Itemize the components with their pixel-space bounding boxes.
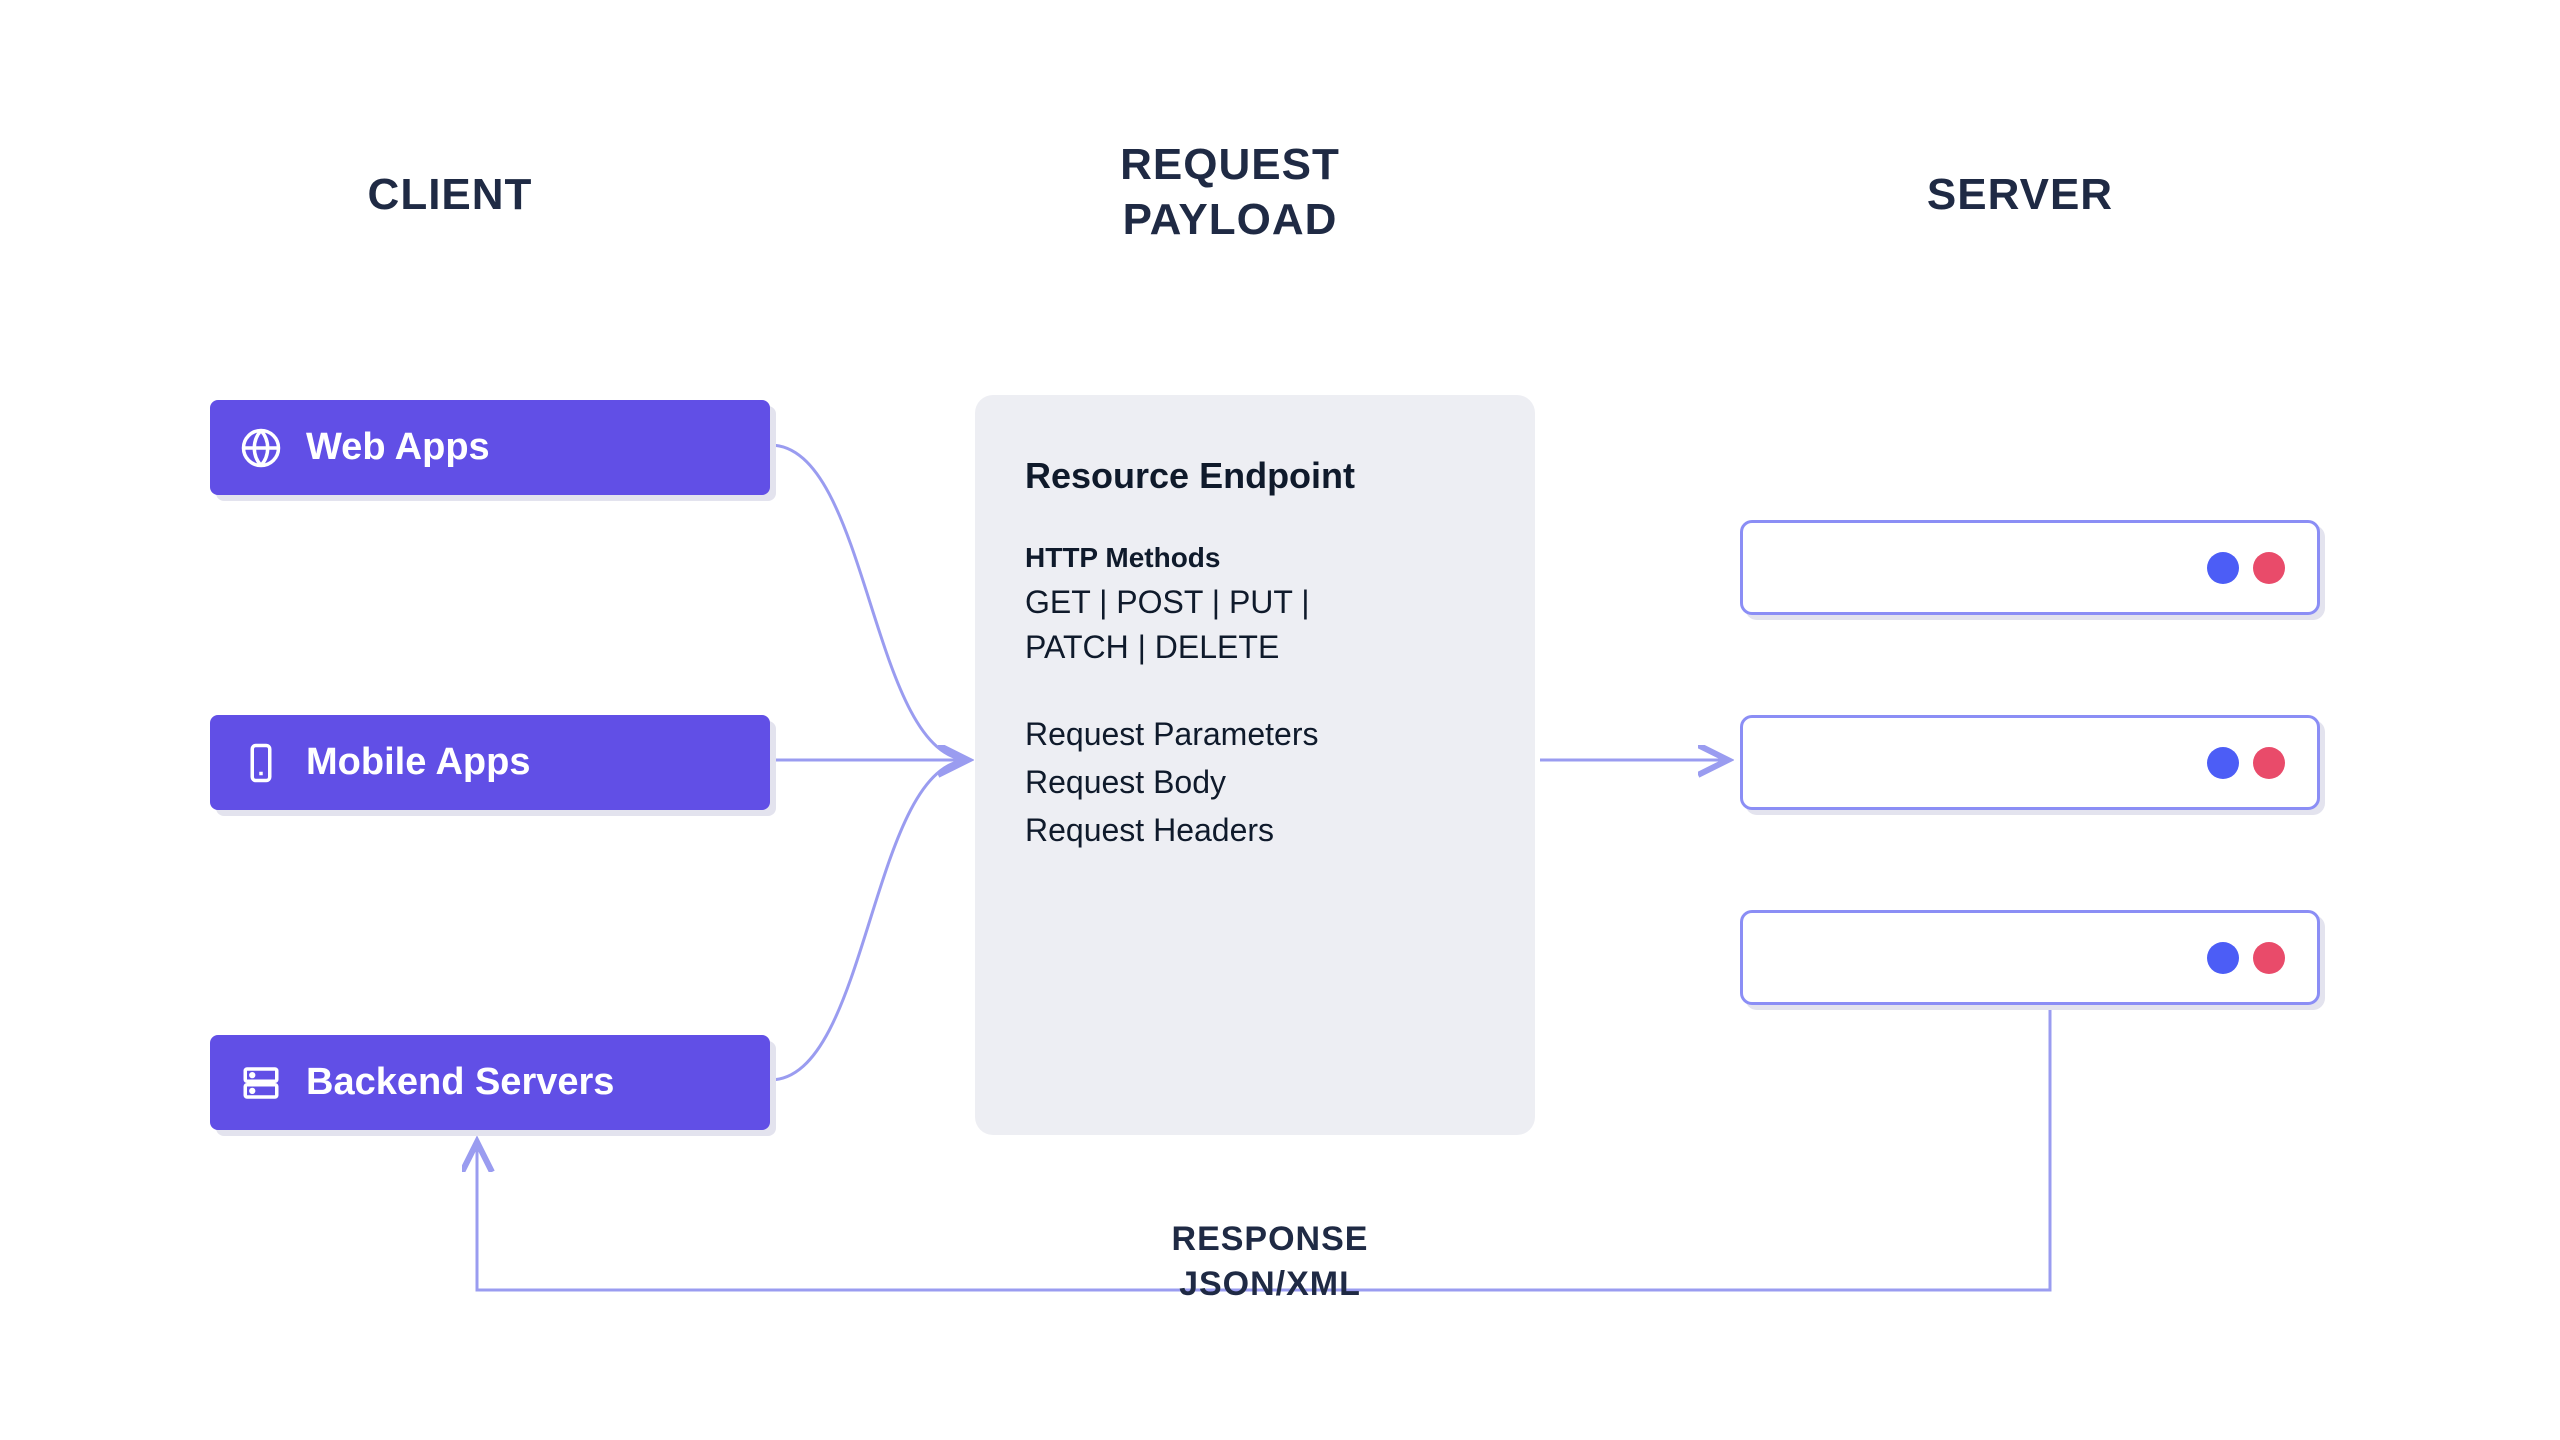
payload-methods-label: HTTP Methods	[1025, 542, 1485, 574]
client-box-label: Mobile Apps	[306, 741, 530, 784]
status-dot-red	[2253, 552, 2285, 584]
section-title-payload-2: PAYLOAD	[1030, 195, 1430, 245]
server-box-1	[1740, 520, 2320, 615]
client-box-backend-servers: Backend Servers	[210, 1035, 770, 1130]
payload-methods-line: PATCH | DELETE	[1025, 625, 1485, 670]
payload-item: Request Body	[1025, 758, 1485, 806]
diagram-canvas: CLIENT REQUEST PAYLOAD SERVER Web Apps M…	[0, 0, 2560, 1440]
payload-item: Request Parameters	[1025, 710, 1485, 758]
status-dot-red	[2253, 747, 2285, 779]
status-dot-blue	[2207, 552, 2239, 584]
payload-item: Request Headers	[1025, 806, 1485, 854]
section-title-server: SERVER	[1870, 170, 2170, 220]
payload-card: Resource Endpoint HTTP Methods GET | POS…	[975, 395, 1535, 1135]
client-box-web-apps: Web Apps	[210, 400, 770, 495]
section-title-client: CLIENT	[300, 170, 600, 220]
response-label-1: RESPONSE	[1120, 1220, 1420, 1259]
client-box-label: Backend Servers	[306, 1061, 614, 1104]
status-dot-red	[2253, 942, 2285, 974]
status-dot-blue	[2207, 747, 2239, 779]
client-box-mobile-apps: Mobile Apps	[210, 715, 770, 810]
globe-icon	[240, 427, 282, 469]
payload-methods: GET | POST | PUT | PATCH | DELETE	[1025, 580, 1485, 670]
server-box-2	[1740, 715, 2320, 810]
payload-title: Resource Endpoint	[1025, 455, 1485, 497]
server-icon	[240, 1062, 282, 1104]
response-label-2: JSON/XML	[1120, 1265, 1420, 1304]
client-box-label: Web Apps	[306, 426, 490, 469]
mobile-icon	[240, 742, 282, 784]
payload-methods-line: GET | POST | PUT |	[1025, 580, 1485, 625]
status-dot-blue	[2207, 942, 2239, 974]
server-box-3	[1740, 910, 2320, 1005]
section-title-payload-1: REQUEST	[1030, 140, 1430, 190]
